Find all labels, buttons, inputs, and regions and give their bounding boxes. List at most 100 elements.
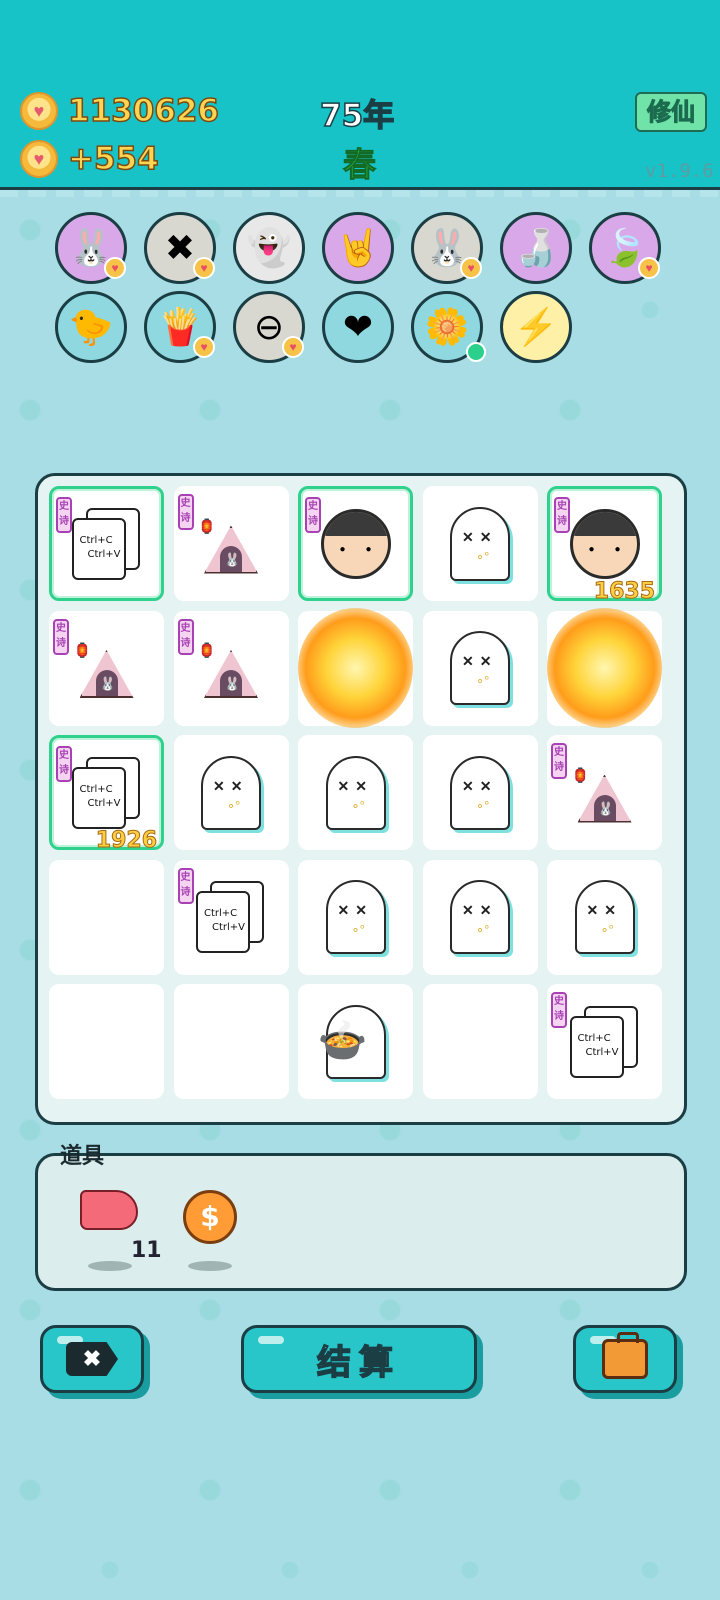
board-cell[interactable]: ● ● 史诗 1635 <box>547 486 662 605</box>
board-cell[interactable]: ✕✕ ∘° <box>298 859 413 975</box>
heart-badge-icon: ♥ <box>193 336 215 358</box>
liver-item-count: 11 <box>131 1238 162 1263</box>
board-cell[interactable] <box>422 984 538 1099</box>
board-cell[interactable] <box>49 859 164 975</box>
board-cell[interactable] <box>173 984 289 1099</box>
copy-paste-cards-icon: Ctrl+C Ctrl+V <box>71 507 142 580</box>
copy-paste-cards-icon: Ctrl+C Ctrl+V <box>71 756 142 829</box>
board-cell[interactable]: Ctrl+C Ctrl+V 史诗 <box>547 984 662 1099</box>
board-cell[interactable]: Ctrl+C Ctrl+V 史诗 1926 <box>49 735 164 854</box>
board-cell[interactable]: 🍲 <box>298 984 413 1099</box>
lightning-skill-icon[interactable]: ⚡ <box>500 291 572 363</box>
skill-glyph: 👻 <box>246 227 292 268</box>
board-cell[interactable]: Ctrl+C Ctrl+V 史诗 <box>49 486 164 601</box>
ghost-eyes: ✕✕ <box>586 902 622 918</box>
liver-item-icon[interactable] <box>80 1190 138 1230</box>
item-shadow <box>88 1261 132 1271</box>
card-line-2: Ctrl+V <box>585 1046 619 1058</box>
board-cell[interactable]: ✕✕ ∘° <box>422 735 538 850</box>
rabbit-tent-icon: 🐰 🏮 <box>74 636 140 700</box>
skill-glyph: ❤ <box>342 306 374 347</box>
rabbit-skill-icon[interactable]: 🐰 ♥ <box>55 212 127 284</box>
cell-value: 1926 <box>95 828 157 854</box>
card-front: Ctrl+C Ctrl+V <box>71 766 126 829</box>
tent-lamp: 🏮 <box>571 766 589 783</box>
winking-ghost-skill-icon[interactable]: 👻 <box>233 212 305 284</box>
character-face-icon: ● ● <box>320 508 391 579</box>
board-cell[interactable] <box>49 984 164 1099</box>
epic-tag: 史诗 <box>56 497 72 533</box>
minus-skill-icon[interactable]: ⊖ ♥ <box>233 291 305 363</box>
ghost-drool: ∘° <box>351 922 365 937</box>
dead-ghost-icon: ✕✕ ∘° <box>450 631 510 705</box>
face-eye: ● <box>614 543 621 555</box>
rock-hand-skill-icon[interactable]: 🤘 <box>322 212 394 284</box>
board-cell[interactable]: ● ● 史诗 <box>298 486 413 601</box>
board-cell[interactable]: ✕✕ ∘° <box>422 610 538 726</box>
briefcase-icon <box>602 1332 648 1379</box>
dead-ghost-icon: ✕✕ ∘° <box>325 755 386 830</box>
board-cell[interactable]: 🐰 🏮 史诗 <box>173 610 289 726</box>
heart-badge-icon: ♥ <box>460 257 482 279</box>
tent-bun: 🐰 <box>224 551 241 567</box>
heart-badge-icon: ♥ <box>638 257 660 279</box>
skill-glyph: ✖ <box>164 227 196 268</box>
ghost-eyes: ✕✕ <box>337 777 373 794</box>
board-cell[interactable]: ✕✕ ∘° <box>173 735 289 850</box>
ghost-drool: ∘° <box>227 797 241 813</box>
board-cell[interactable]: ✕✕ ∘° <box>298 735 413 850</box>
board-cell[interactable]: ✕✕ ∘° <box>547 859 662 975</box>
ghost-drool: ∘° <box>600 922 614 937</box>
dead-ghost-icon: ✕✕ ∘° <box>450 880 510 954</box>
coins-total: 1130626 <box>67 92 220 130</box>
ghost-eyes: ✕✕ <box>462 777 498 794</box>
ghost-drool: ∘° <box>351 797 365 813</box>
board-cell[interactable]: 🐰 🏮 史诗 <box>173 486 289 601</box>
dead-ghost-icon: ✕✕ ∘° <box>450 755 510 830</box>
delete-button[interactable]: ✖ <box>40 1325 144 1393</box>
rabbit-skill-icon-2[interactable]: 🐰 ♥ <box>411 212 483 284</box>
x-tag-icon: ✖ <box>66 1342 118 1376</box>
settle-button[interactable]: 结算 <box>241 1325 477 1393</box>
skill-glyph: ⚡ <box>513 306 559 347</box>
skill-glyph: 🍶 <box>513 227 559 268</box>
tent-bun: 🐰 <box>224 676 241 691</box>
backpack-button[interactable] <box>573 1325 677 1393</box>
board-cell[interactable]: ✕✕ ∘° <box>422 486 538 601</box>
cultivation-mode-button[interactable]: 修仙 <box>635 92 707 132</box>
card-front: Ctrl+C Ctrl+V <box>196 891 250 953</box>
epic-tag: 史诗 <box>551 992 567 1028</box>
cell-value: 1635 <box>593 579 655 605</box>
dead-ghost-icon: ✕✕ ∘° <box>325 880 386 954</box>
delete-tag-skill-icon[interactable]: ✖ ♥ <box>144 212 216 284</box>
board-cell[interactable]: Ctrl+C Ctrl+V 史诗 <box>173 859 289 975</box>
card-line-1: Ctrl+C <box>79 534 113 546</box>
board-cell[interactable] <box>547 608 662 728</box>
board-cell[interactable]: 🐰 🏮 史诗 <box>49 610 164 726</box>
card-line-1: Ctrl+C <box>204 908 238 919</box>
board-cell[interactable] <box>298 608 413 728</box>
ghost-drool: ∘° <box>476 548 490 564</box>
duck-pot-skill-icon[interactable]: 🐤 <box>55 291 127 363</box>
version-label: v1.9.6 <box>645 160 714 182</box>
ghost-drool: ∘° <box>476 673 490 688</box>
heart-badge-icon: ♥ <box>104 257 126 279</box>
pot-icon: 🍲 <box>317 1018 368 1063</box>
items-title: 道具 <box>60 1144 105 1169</box>
leaf-skill-icon[interactable]: 🍃 ♥ <box>589 212 661 284</box>
tent-bun: 🐰 <box>99 676 116 691</box>
ghost-eyes: ✕✕ <box>462 902 498 918</box>
face-eye: ● <box>339 543 346 555</box>
board-cell[interactable]: ✕✕ ∘° <box>422 859 538 975</box>
skill-glyph: 🌼 <box>424 306 470 347</box>
milk-jar-skill-icon[interactable]: 🍶 <box>500 212 572 284</box>
pot-ghost-icon: 🍲 <box>318 1004 386 1079</box>
skill-glyph: ⊖ <box>253 306 285 347</box>
fries-skill-icon[interactable]: 🍟 ♥ <box>144 291 216 363</box>
rabbit-tent-icon: 🐰 🏮 <box>198 512 264 576</box>
epic-tag: 史诗 <box>56 746 72 782</box>
board-cell[interactable]: 🐰 🏮 史诗 <box>547 735 662 850</box>
coin-item-icon[interactable]: $ <box>183 1190 237 1244</box>
flower-pot-skill-icon[interactable]: 🌼 <box>411 291 486 363</box>
heart-blood-skill-icon[interactable]: ❤ <box>322 291 394 363</box>
